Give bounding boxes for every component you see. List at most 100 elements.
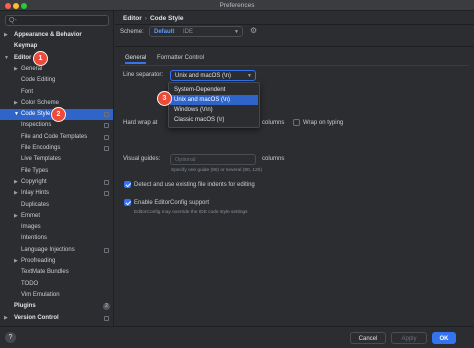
sidebar-item-plugins[interactable]: Plugins 2 — [0, 301, 113, 312]
detect-indents-label: Detect and use existing file indents for… — [134, 182, 255, 188]
sidebar-item-file-and-code-templates[interactable]: File and Code Templates — [0, 132, 113, 143]
sidebar-item-inspections[interactable]: Inspections — [0, 120, 113, 131]
header-divider — [115, 24, 474, 25]
chevron-right-icon[interactable]: ▶ — [14, 256, 18, 267]
detect-indents-checkbox[interactable] — [124, 181, 131, 188]
step-marker-2: 2 — [52, 108, 65, 121]
sidebar-item-label: TextMate Bundles — [21, 269, 69, 276]
dialog-footer: ? Cancel Apply OK — [0, 326, 474, 348]
sidebar-item-vim-emulation[interactable]: Vim Emulation — [0, 290, 113, 301]
breadcrumb-current: Code Style — [149, 15, 184, 22]
sidebar-item-language-injections[interactable]: Language Injections — [0, 245, 113, 256]
editorconfig-label: Enable EditorConfig support — [134, 200, 210, 206]
project-scope-icon — [104, 179, 109, 185]
option-system-dependent[interactable]: System-Dependent — [170, 85, 258, 95]
sidebar-item-copyright[interactable]: ▶ Copyright — [0, 177, 113, 188]
chevron-right-icon[interactable]: ▶ — [14, 64, 18, 75]
chevron-right-icon[interactable]: ▶ — [14, 188, 18, 199]
sidebar-item-font[interactable]: Font — [0, 87, 113, 98]
cancel-button[interactable]: Cancel — [350, 332, 386, 344]
sidebar-item-emmet[interactable]: ▶ Emmet — [0, 211, 113, 222]
line-separator-label: Line separator: — [123, 72, 164, 78]
tab-formatter-control[interactable]: Formatter Control — [157, 52, 204, 64]
sidebar-item-code-editing[interactable]: Code Editing — [0, 75, 113, 86]
chevron-right-icon[interactable]: ▶ — [4, 30, 8, 41]
scheme-value: Default — [154, 29, 175, 35]
settings-search-field[interactable]: Q- — [5, 15, 109, 26]
title-bar: Preferences — [0, 0, 474, 11]
option-windows[interactable]: Windows (\r\n) — [170, 105, 258, 115]
sidebar-item-file-types[interactable]: File Types — [0, 166, 113, 177]
line-separator-dropdown[interactable]: Unix and macOS (\n) ▼ — [170, 70, 256, 81]
sidebar-item-version-control[interactable]: ▶ Version Control — [0, 313, 113, 324]
visual-guides-input[interactable] — [171, 155, 255, 164]
project-scope-icon — [104, 315, 109, 321]
project-scope-icon — [104, 146, 109, 151]
line-separator-options: System-Dependent Unix and macOS (\n) Win… — [168, 82, 260, 128]
sidebar-item-label: Inspections — [21, 122, 52, 129]
chevron-right-icon[interactable]: ▶ — [14, 177, 18, 188]
project-scope-icon — [104, 134, 109, 140]
sidebar-item-label: Code Editing — [21, 77, 56, 84]
sidebar-item-todo[interactable]: TODO — [0, 279, 113, 290]
gear-icon[interactable]: ⚙ — [250, 26, 257, 35]
sidebar-item-label: Intentions — [21, 235, 48, 242]
sidebar-item-images[interactable]: Images — [0, 222, 113, 233]
update-count-badge: 2 — [103, 303, 110, 311]
visual-guides-label: Visual guides: — [123, 156, 161, 162]
apply-button[interactable]: Apply — [391, 332, 427, 344]
editorconfig-checkbox[interactable] — [124, 199, 131, 206]
wrap-on-typing-checkbox[interactable] — [293, 119, 300, 126]
tab-general[interactable]: General — [125, 52, 147, 64]
sidebar-item-file-encodings[interactable]: File Encodings — [0, 143, 113, 154]
option-unix-macos[interactable]: Unix and macOS (\n) — [170, 95, 258, 105]
sidebar-item-label: Font — [21, 88, 34, 95]
hard-wrap-unit: columns — [262, 120, 285, 126]
visual-guides-field[interactable] — [170, 154, 256, 165]
chevron-right-icon[interactable]: ▶ — [14, 211, 18, 222]
sidebar-item-live-templates[interactable]: Live Templates — [0, 154, 113, 165]
option-classic-macos[interactable]: Classic macOS (\r) — [170, 115, 258, 125]
sidebar-item-label: Language Injections — [21, 246, 75, 253]
code-style-panel: Editor › Code Style Scheme: Default IDE ▼ … — [115, 11, 474, 326]
help-button[interactable]: ? — [5, 332, 16, 343]
project-scope-icon — [104, 247, 109, 253]
sidebar-item-label: Images — [21, 224, 41, 231]
project-scope-icon — [104, 191, 109, 197]
sidebar-item-label: File and Code Templates — [21, 133, 88, 140]
sidebar-item-label: General — [21, 65, 43, 72]
ok-button[interactable]: OK — [432, 332, 456, 344]
chevron-down-icon[interactable]: ▼ — [14, 109, 19, 120]
step-marker-1: 1 — [34, 52, 47, 65]
sidebar-item-label: Emmet — [21, 212, 41, 219]
sidebar-item-general[interactable]: ▶ General — [0, 64, 113, 75]
sidebar-item-label: Inlay Hints — [21, 190, 50, 197]
project-scope-icon — [104, 123, 109, 129]
settings-sidebar: Q- ▶ Appearance & Behavior Keymap ▼ Editor ▶ G… — [0, 11, 114, 326]
breadcrumb-parent: Editor — [123, 15, 142, 22]
sidebar-item-intentions[interactable]: Intentions — [0, 233, 113, 244]
tab-divider — [120, 65, 469, 66]
sidebar-item-appearance-behavior[interactable]: ▶ Appearance & Behavior — [0, 30, 113, 41]
sidebar-item-keymap[interactable]: Keymap — [0, 41, 113, 52]
sidebar-item-label: Keymap — [14, 43, 38, 50]
visual-guides-hint: Specify one guide (80) or several (80, 1… — [171, 168, 262, 173]
sidebar-item-textmate-bundles[interactable]: TextMate Bundles — [0, 267, 113, 278]
sidebar-item-duplicates[interactable]: Duplicates — [0, 200, 113, 211]
breadcrumb: Editor › Code Style — [123, 15, 184, 22]
chevron-down-icon[interactable]: ▼ — [4, 53, 9, 64]
chevron-right-icon[interactable]: ▶ — [14, 98, 18, 109]
sidebar-item-label: Code Style — [21, 111, 51, 118]
sidebar-item-label: Color Scheme — [21, 99, 60, 106]
sidebar-item-label: File Encodings — [21, 145, 61, 151]
sidebar-item-editor[interactable]: ▼ Editor — [0, 53, 113, 64]
scheme-select[interactable]: Default IDE ▼ — [149, 26, 243, 37]
project-scope-icon — [104, 112, 109, 118]
chevron-right-icon[interactable]: ▶ — [4, 313, 8, 324]
wrap-on-typing-label: Wrap on typing — [303, 120, 344, 126]
sidebar-item-proofreading[interactable]: ▶ Proofreading — [0, 256, 113, 267]
sidebar-item-inlay-hints[interactable]: ▶ Inlay Hints — [0, 188, 113, 199]
sidebar-item-label: Proofreading — [21, 258, 56, 264]
scheme-divider — [115, 46, 474, 47]
sidebar-item-label: TODO — [21, 280, 39, 287]
